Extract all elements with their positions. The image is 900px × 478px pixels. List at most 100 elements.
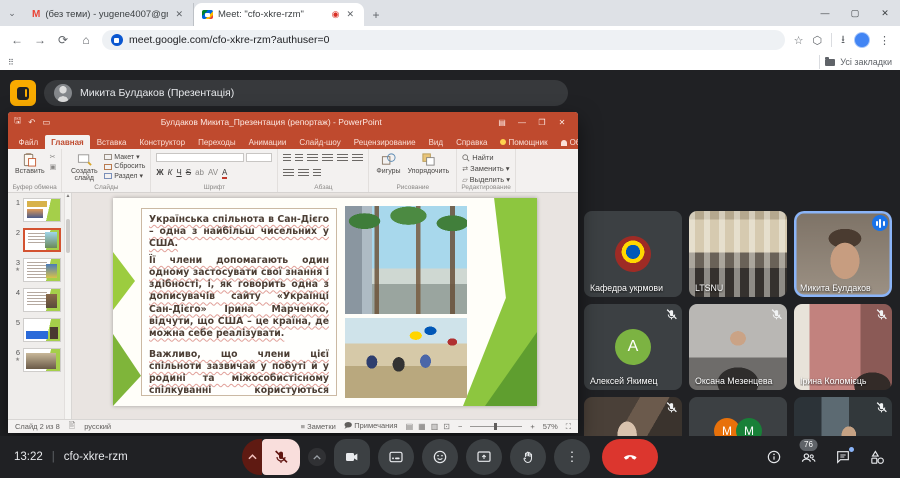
reading-view-icon[interactable]: ▥ [431,422,439,431]
fit-window-icon[interactable]: ⛶ [566,422,571,432]
slide-thumbnail[interactable] [23,258,61,282]
home-icon[interactable]: ⌂ [79,33,93,47]
maximize-icon[interactable]: ▢ [840,0,870,26]
share-button[interactable]: Общий доступ [554,135,578,149]
align-right-icon[interactable] [337,154,348,162]
raise-hand-button[interactable] [510,439,546,475]
bullets-icon[interactable] [283,154,291,162]
align-center-icon[interactable] [322,154,333,162]
apps-grid-icon[interactable]: ⠿ [8,58,13,67]
slide-thumbnail[interactable] [23,198,61,222]
bold-button[interactable]: Ж [156,168,163,177]
participants-button[interactable]: 76 [800,449,817,466]
slide-thumbnail-selected[interactable] [23,228,61,252]
new-slide-button[interactable]: Создать слайд [67,151,101,183]
text-shadow-button[interactable]: ab [195,168,204,177]
save-icon[interactable]: 🖫 [14,115,21,129]
justify-icon[interactable] [352,154,363,162]
photo-san-diego-palms[interactable] [345,206,467,314]
paste-button[interactable]: Вставить [13,151,47,176]
tab-search-icon[interactable]: ⌄ [0,0,24,26]
forward-icon[interactable]: → [33,33,47,47]
font-size-select[interactable] [246,153,272,162]
zoom-level[interactable]: 57% [543,422,558,431]
browser-tab-gmail[interactable]: M (без теми) - yugene4007@gm… ✕ [24,3,194,26]
photo-community-flags[interactable] [345,318,467,398]
underline-button[interactable]: Ч [176,168,181,177]
bookmark-star-icon[interactable]: ☆ [794,34,804,47]
strikethrough-button[interactable]: S [186,168,191,177]
reset-button[interactable]: Сбросить [104,163,145,170]
download-icon[interactable]: ⭳ [841,31,845,50]
present-button[interactable] [466,439,502,475]
text-direction-icon[interactable] [313,169,321,177]
font-name-select[interactable] [156,153,244,162]
sorter-view-icon[interactable]: ▦ [418,422,426,431]
close-icon[interactable]: ✕ [552,118,572,127]
slide-thumbnail[interactable] [23,348,61,372]
slideshow-icon[interactable]: ▭ [42,117,50,128]
slide[interactable]: Українська спільнота в Сан-Дієго – одна … [113,198,537,406]
end-call-button[interactable] [602,439,658,475]
participant-tile[interactable]: LTSNU [689,211,787,297]
align-left-icon[interactable] [307,154,318,162]
tab-help[interactable]: Справка [450,135,494,149]
italic-button[interactable]: К [168,168,173,177]
mic-toggle-button-muted[interactable] [262,439,300,475]
restore-icon[interactable]: ❐ [532,118,552,127]
reactions-button[interactable] [422,439,458,475]
tab-file[interactable]: Файл [12,135,45,149]
slide-canvas[interactable]: Українська спільнота в Сан-Дієго – одна … [72,193,578,419]
tab-design[interactable]: Конструктор [133,135,192,149]
zoom-slider[interactable] [470,426,522,427]
columns-icon[interactable] [298,169,309,177]
tab-view[interactable]: Вид [422,135,449,149]
zoom-in-icon[interactable]: + [530,422,534,431]
normal-view-icon[interactable]: ▤ [406,422,414,431]
participant-tile[interactable]: Оксана Мезенцева [689,304,787,390]
reload-icon[interactable]: ⟳ [56,33,70,47]
participant-tile[interactable]: Ірина Коломієць [794,304,892,390]
all-bookmarks[interactable]: Усі закладки [819,55,892,69]
char-spacing-button[interactable]: AV [208,168,218,177]
tab-insert[interactable]: Вставка [90,135,133,149]
minimize-icon[interactable]: — [810,0,840,26]
tab-home[interactable]: Главная [45,135,91,149]
spellcheck-icon[interactable]: 🖹 [69,420,75,434]
tab-transitions[interactable]: Переходы [192,135,243,149]
replace-button[interactable]: ⇄ Заменить ▾ [462,164,510,173]
close-icon[interactable]: ✕ [870,0,900,26]
new-tab-button[interactable]: + [364,3,388,26]
close-icon[interactable]: ✕ [173,9,185,20]
participant-tile[interactable]: Кафедра укрмови [584,211,682,297]
captions-button[interactable] [378,439,414,475]
layout-button[interactable]: Макет ▾ [104,153,145,161]
slide-thumbnail-row[interactable]: 3★ [11,258,71,282]
extensions-icon[interactable]: ⬡ [813,34,823,47]
line-spacing-icon[interactable] [283,169,294,177]
shapes-button[interactable]: Фигуры [374,151,402,176]
slide-thumbnail-row[interactable]: 6★ [11,348,71,372]
font-color-button[interactable]: А [222,168,227,179]
browser-tab-meet[interactable]: Meet: "cfo-xkre-rzm" ◉ ✕ [194,3,364,26]
slide-text-box[interactable]: Українська спільнота в Сан-Дієго – одна … [141,208,337,396]
browser-menu-icon[interactable]: ⋮ [879,34,890,47]
tab-animations[interactable]: Анимации [242,135,293,149]
panel-scrollbar[interactable]: ▲ [64,193,71,419]
slide-thumbnail-row[interactable]: 5 [11,318,71,342]
address-input[interactable]: meet.google.com/cfo-xkre-rzm?authuser=0 [102,30,785,50]
meeting-details-button[interactable] [766,449,782,465]
notes-button[interactable]: ≡ Заметки [301,422,336,431]
slide-thumbnail[interactable] [23,318,61,342]
profile-avatar[interactable] [854,32,870,48]
close-icon[interactable]: ✕ [344,9,356,20]
comments-button[interactable]: 🗩 Примечания [344,420,398,433]
camera-options-chevron[interactable] [308,448,326,466]
slide-thumbnail-row[interactable]: 4 [11,288,71,312]
find-button[interactable]: Найти [462,153,510,162]
tab-review[interactable]: Рецензирование [347,135,422,149]
zoom-out-icon[interactable]: − [458,422,462,431]
back-icon[interactable]: ← [10,33,24,47]
slide-thumbnail-row[interactable]: 2 [11,228,71,252]
camera-toggle-button[interactable] [334,439,370,475]
